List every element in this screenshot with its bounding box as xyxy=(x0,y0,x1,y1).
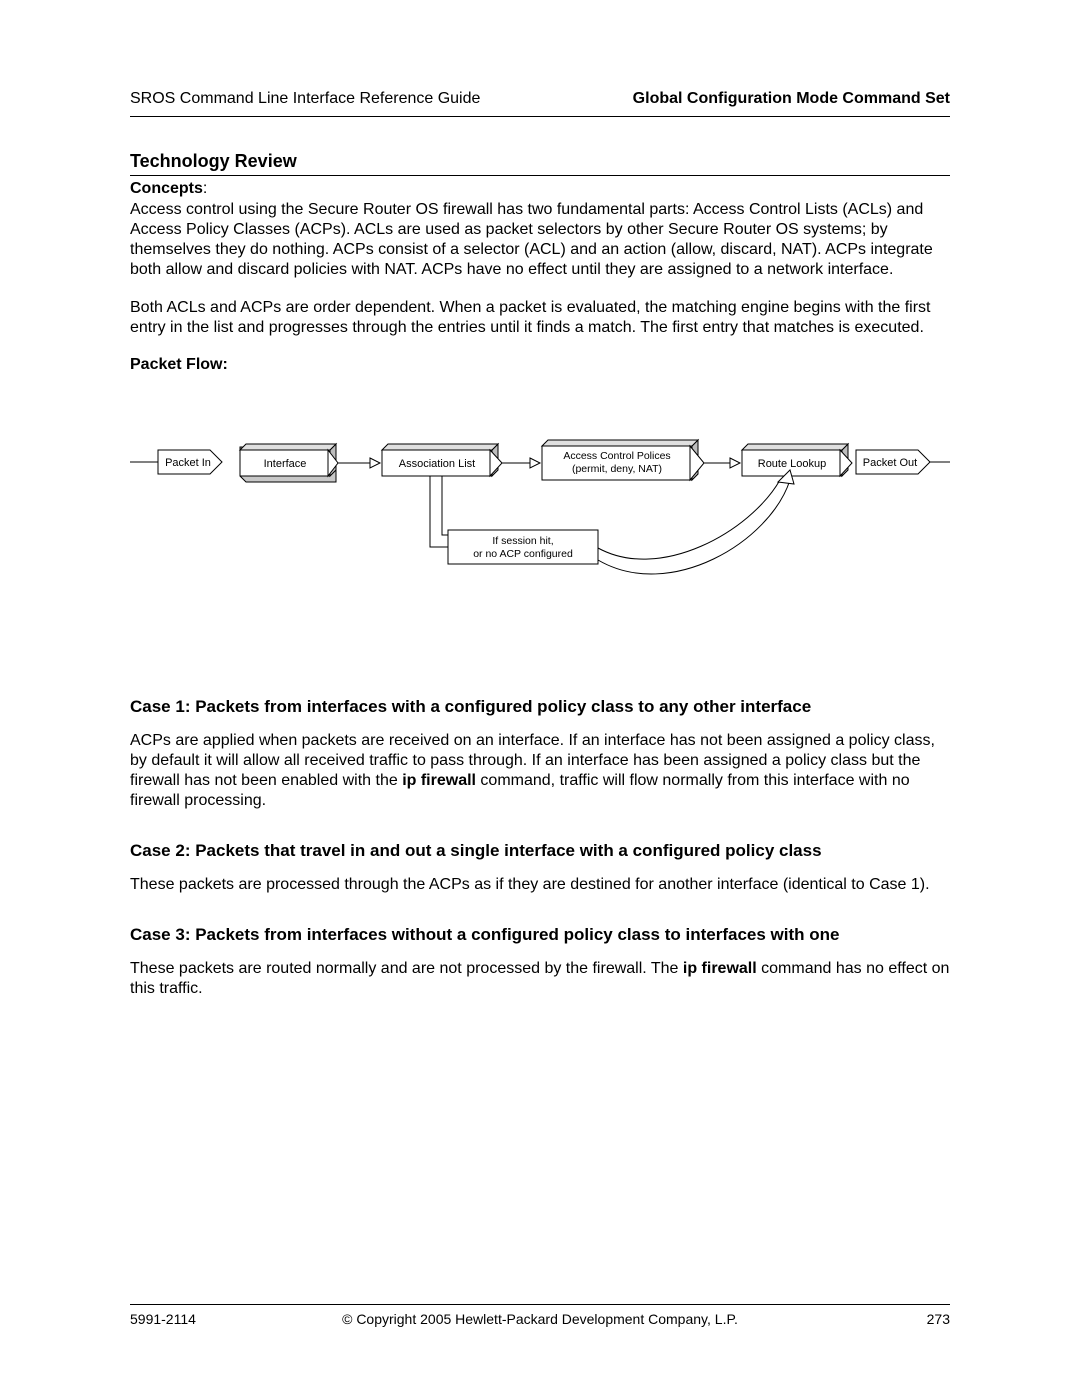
interface-node: Interface xyxy=(240,444,338,482)
route-lookup-node: Route Lookup xyxy=(742,444,852,476)
document-page: SROS Command Line Interface Reference Gu… xyxy=(0,0,1080,1397)
case1-heading: Case 1: Packets from interfaces with a c… xyxy=(130,697,950,717)
case3-bold: ip firewall xyxy=(683,960,757,977)
concepts-paragraph-1: Access control using the Secure Router O… xyxy=(130,200,950,280)
packet-flow-diagram: Packet In Interface Association List xyxy=(130,402,950,667)
page-header: SROS Command Line Interface Reference Gu… xyxy=(130,90,950,117)
case1-body: ACPs are applied when packets are receiv… xyxy=(130,731,950,811)
flow-diagram-svg: Packet In Interface Association List xyxy=(130,402,950,662)
concepts-label: Concepts xyxy=(130,180,203,197)
concepts-paragraph-2: Both ACLs and ACPs are order dependent. … xyxy=(130,298,950,338)
acp-label-1: Access Control Polices xyxy=(563,450,670,462)
acp-node: Access Control Polices (permit, deny, NA… xyxy=(542,440,704,480)
session-label-1: If session hit, xyxy=(492,535,553,547)
packet-in-node: Packet In xyxy=(158,450,222,474)
packet-flow-label: Packet Flow: xyxy=(130,356,950,374)
interface-label: Interface xyxy=(264,458,307,470)
route-lookup-label: Route Lookup xyxy=(758,458,827,470)
header-left: SROS Command Line Interface Reference Gu… xyxy=(130,90,480,108)
case1-bold: ip firewall xyxy=(402,772,476,789)
case2-body: These packets are processed through the … xyxy=(130,875,950,895)
association-list-node: Association List xyxy=(382,444,502,476)
case3-heading: Case 3: Packets from interfaces without … xyxy=(130,925,950,945)
technology-review-heading: Technology Review xyxy=(130,151,950,176)
session-label-2: or no ACP configured xyxy=(473,548,573,560)
page-footer: 5991-2114 © Copyright 2005 Hewlett-Packa… xyxy=(130,1304,950,1327)
header-right: Global Configuration Mode Command Set xyxy=(633,90,950,108)
case3-pre: These packets are routed normally and ar… xyxy=(130,960,683,977)
case2-heading: Case 2: Packets that travel in and out a… xyxy=(130,841,950,861)
session-hit-node: If session hit, or no ACP configured xyxy=(448,530,598,564)
acp-label-2: (permit, deny, NAT) xyxy=(572,463,662,475)
case3-body: These packets are routed normally and ar… xyxy=(130,959,950,999)
footer-center: © Copyright 2005 Hewlett-Packard Develop… xyxy=(130,1311,950,1327)
packet-out-node: Packet Out xyxy=(856,450,930,474)
packet-in-label: Packet In xyxy=(165,457,211,469)
concepts-block: Concepts: Access control using the Secur… xyxy=(130,180,950,338)
concepts-colon: : xyxy=(203,180,207,197)
association-list-label: Association List xyxy=(399,458,475,470)
packet-out-label: Packet Out xyxy=(863,457,917,469)
